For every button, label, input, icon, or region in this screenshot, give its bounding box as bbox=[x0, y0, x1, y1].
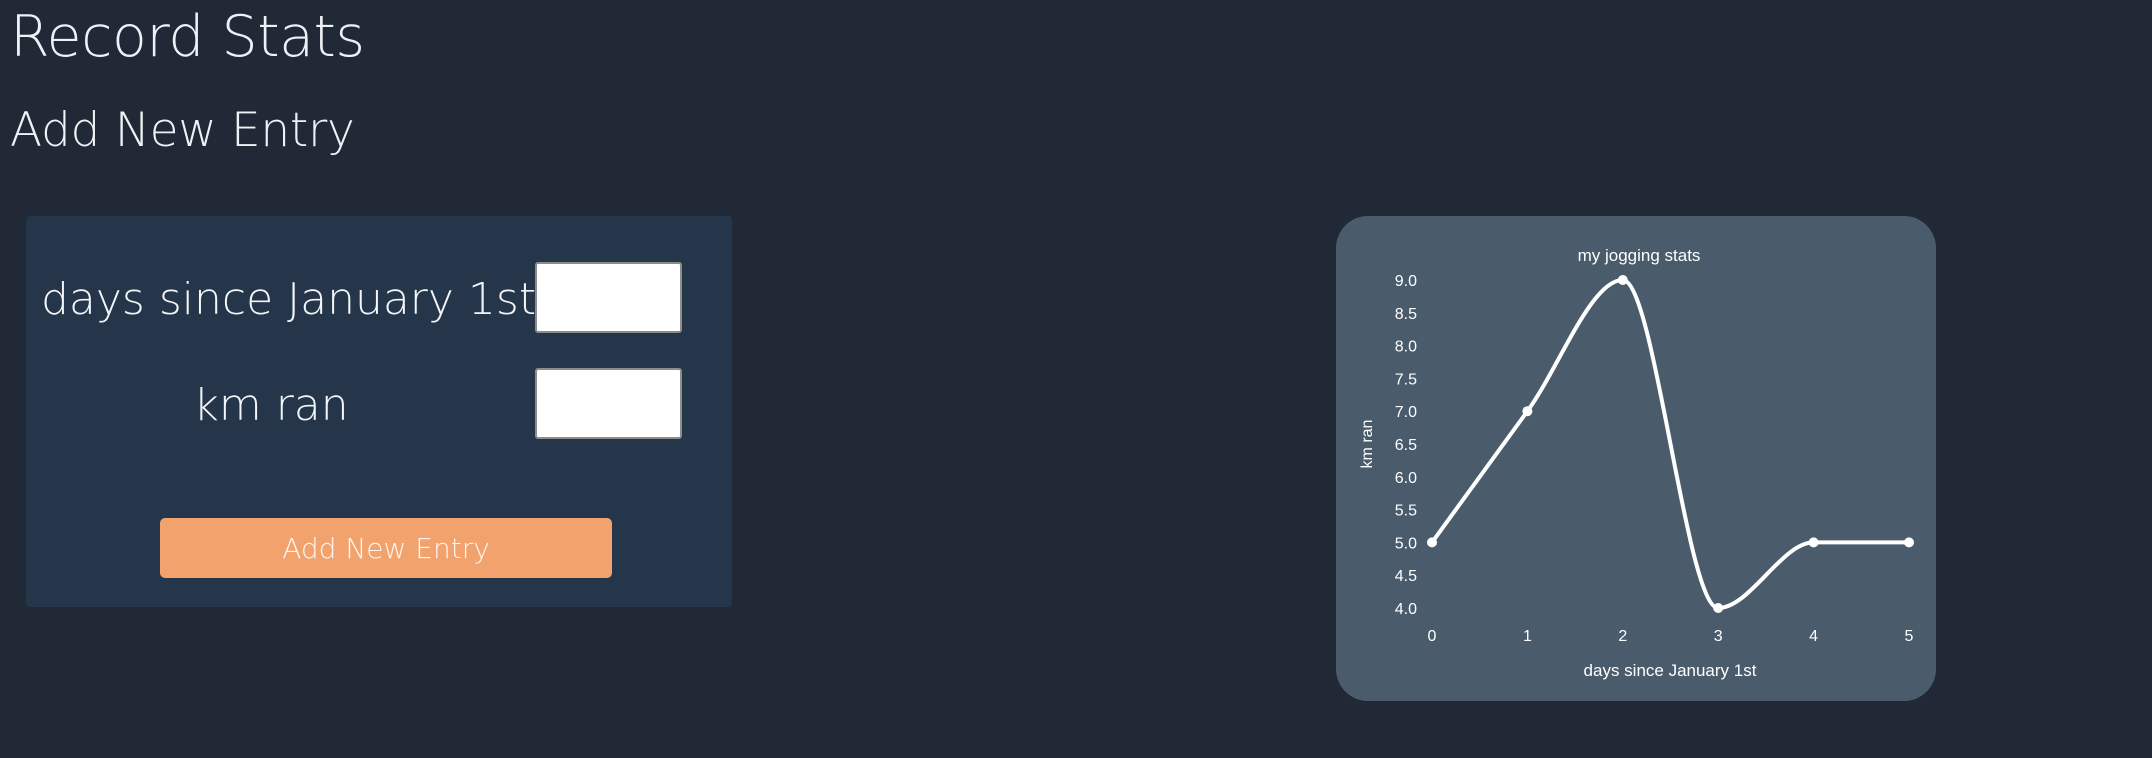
y-tick-label: 7.0 bbox=[1395, 404, 1417, 421]
y-axis-label: km ran bbox=[1359, 420, 1376, 469]
data-point bbox=[1713, 603, 1724, 613]
data-point bbox=[1522, 406, 1533, 417]
x-tick-label: 4 bbox=[1809, 628, 1818, 645]
jogging-chart: my jogging stats days since January 1st … bbox=[1359, 246, 1914, 680]
y-tick-label: 9.0 bbox=[1395, 273, 1417, 290]
days-input[interactable] bbox=[535, 262, 682, 333]
y-ticks: 4.0 4.5 5.0 5.5 6.0 6.5 7.0 7.5 8.0 8.5 9.0 bbox=[1395, 273, 1417, 618]
y-tick-label: 7.5 bbox=[1395, 371, 1417, 388]
chart-title: my jogging stats bbox=[1578, 246, 1701, 265]
km-label: km ran bbox=[193, 380, 349, 431]
x-tick-label: 3 bbox=[1714, 628, 1723, 645]
y-tick-label: 4.5 bbox=[1395, 568, 1417, 585]
x-tick-label: 0 bbox=[1428, 628, 1437, 645]
x-tick-label: 1 bbox=[1523, 628, 1532, 645]
data-point bbox=[1904, 537, 1914, 548]
data-point bbox=[1808, 537, 1819, 548]
data-point bbox=[1617, 275, 1628, 285]
y-tick-label: 5.5 bbox=[1395, 503, 1417, 520]
x-ticks: 0 1 2 3 4 5 bbox=[1428, 628, 1914, 645]
y-tick-label: 4.0 bbox=[1395, 601, 1417, 618]
y-tick-label: 8.5 bbox=[1395, 306, 1417, 323]
y-tick-label: 6.5 bbox=[1395, 437, 1417, 454]
days-label: days since January 1st bbox=[41, 274, 537, 325]
data-point bbox=[1427, 537, 1437, 548]
y-tick-label: 8.0 bbox=[1395, 339, 1417, 356]
x-axis-label: days since January 1st bbox=[1584, 661, 1757, 680]
chart-card: my jogging stats days since January 1st … bbox=[1336, 216, 1936, 701]
series-line bbox=[1430, 278, 1911, 610]
x-tick-label: 2 bbox=[1618, 628, 1627, 645]
entry-form: days since January 1st km ran Add New En… bbox=[26, 216, 732, 607]
y-tick-label: 5.0 bbox=[1395, 535, 1417, 552]
add-entry-button[interactable]: Add New Entry bbox=[160, 518, 612, 578]
x-tick-label: 5 bbox=[1905, 628, 1914, 645]
km-input[interactable] bbox=[535, 368, 682, 439]
page-title: Record Stats bbox=[10, 4, 365, 70]
y-tick-label: 6.0 bbox=[1395, 470, 1417, 487]
section-title: Add New Entry bbox=[10, 103, 355, 158]
